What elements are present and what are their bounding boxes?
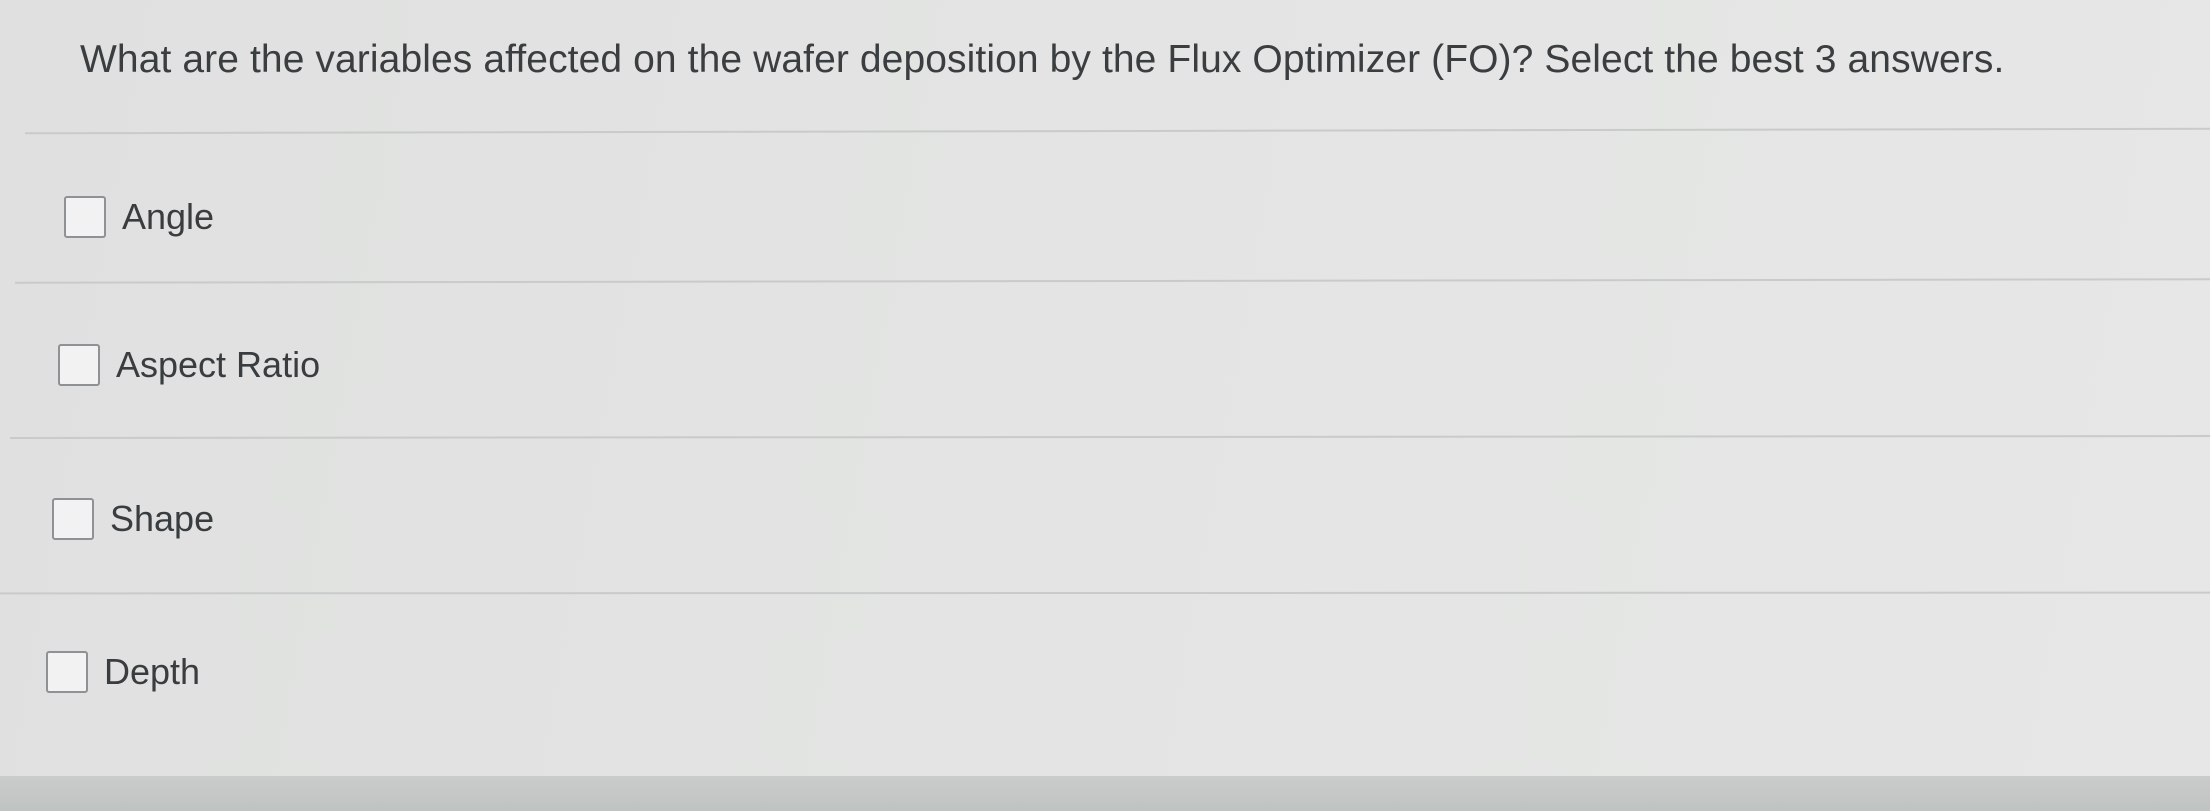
divider [14,278,2210,284]
option-angle[interactable]: Angle [64,182,214,252]
checkbox-angle[interactable] [64,196,106,238]
question-text: What are the variables affected on the w… [80,38,2005,81]
option-label-depth: Depth [104,651,201,692]
option-shape[interactable]: Shape [52,484,214,554]
divider [25,127,2210,135]
quiz-page: What are the variables affected on the w… [0,0,2210,811]
option-label-shape: Shape [110,498,215,539]
divider [0,591,2210,595]
option-label-angle: Angle [122,196,215,237]
checkbox-shape[interactable] [52,498,94,540]
divider [9,435,2210,439]
option-depth[interactable]: Depth [46,637,200,707]
option-aspect-ratio[interactable]: Aspect Ratio [58,330,320,400]
bottom-edge [0,776,2210,811]
checkbox-depth[interactable] [46,651,88,693]
option-label-aspect-ratio: Aspect Ratio [116,344,321,385]
checkbox-aspect-ratio[interactable] [58,344,100,386]
